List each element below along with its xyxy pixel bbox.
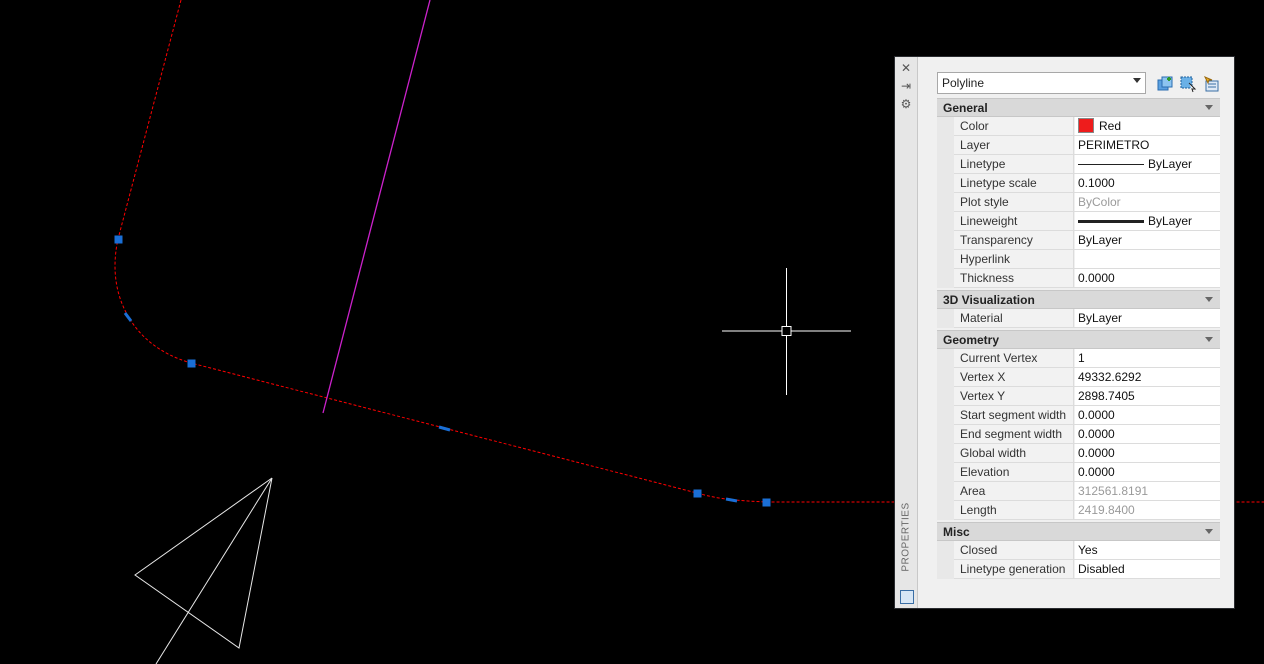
prop-row-thickness[interactable]: Thickness 0.0000: [937, 269, 1220, 288]
prop-row-lineweight[interactable]: Lineweight ByLayer: [937, 212, 1220, 231]
collapse-icon[interactable]: [1205, 529, 1213, 534]
white-triangle[interactable]: [134, 477, 273, 649]
section-misc[interactable]: Misc: [937, 522, 1220, 541]
grip-vertex[interactable]: [114, 235, 123, 244]
lineweight-sample: [1078, 220, 1144, 223]
palette-side-title: PROPERTIES: [900, 502, 912, 572]
prop-row-elevation[interactable]: Elevation 0.0000: [937, 463, 1220, 482]
prop-row-hyperlink[interactable]: Hyperlink: [937, 250, 1220, 269]
prop-row-closed[interactable]: Closed Yes: [937, 541, 1220, 560]
prop-row-vertex-y[interactable]: Vertex Y 2898.7405: [937, 387, 1220, 406]
magenta-line[interactable]: [322, 0, 431, 414]
collapse-icon[interactable]: [1205, 297, 1213, 302]
white-line[interactable]: [155, 477, 273, 664]
prop-row-length: Length 2419.8400: [937, 501, 1220, 520]
prop-row-vertex-x[interactable]: Vertex X 49332.6292: [937, 368, 1220, 387]
close-icon[interactable]: ✕: [899, 61, 913, 75]
section-general[interactable]: General: [937, 98, 1220, 117]
linetype-sample: [1078, 164, 1144, 165]
object-type-value: Polyline: [942, 76, 985, 90]
prop-row-start-segment-width[interactable]: Start segment width 0.0000: [937, 406, 1220, 425]
prop-row-transparency[interactable]: Transparency ByLayer: [937, 231, 1220, 250]
prop-row-linetype[interactable]: Linetype ByLayer: [937, 155, 1220, 174]
settings-icon[interactable]: ⚙: [899, 97, 913, 111]
pickadd-toggle-icon[interactable]: [1202, 75, 1220, 93]
grip-vertex[interactable]: [762, 498, 771, 507]
properties-palette: ✕ ⇥ ⚙ PROPERTIES Polyline General Color …: [894, 56, 1235, 609]
quick-select-icon[interactable]: [1156, 75, 1174, 93]
prop-row-end-segment-width[interactable]: End segment width 0.0000: [937, 425, 1220, 444]
object-type-dropdown[interactable]: Polyline: [937, 72, 1146, 94]
grip-midpoint[interactable]: [438, 425, 451, 432]
color-swatch: [1078, 118, 1094, 133]
prop-row-color[interactable]: Color Red: [937, 117, 1220, 136]
select-objects-icon[interactable]: [1179, 75, 1197, 93]
prop-row-global-width[interactable]: Global width 0.0000: [937, 444, 1220, 463]
chevron-down-icon: [1133, 78, 1141, 83]
prop-row-layer[interactable]: Layer PERIMETRO: [937, 136, 1220, 155]
palette-content: Polyline General Color Red Layer PERIMET…: [918, 57, 1234, 608]
collapse-icon[interactable]: [1205, 105, 1213, 110]
grip-midpoint[interactable]: [123, 312, 133, 322]
prop-row-material[interactable]: Material ByLayer: [937, 309, 1220, 328]
section-geometry[interactable]: Geometry: [937, 330, 1220, 349]
prop-row-linetype-scale[interactable]: Linetype scale 0.1000: [937, 174, 1220, 193]
section-3d-visualization[interactable]: 3D Visualization: [937, 290, 1220, 309]
prop-row-plot-style: Plot style ByColor: [937, 193, 1220, 212]
collapse-icon[interactable]: [1205, 337, 1213, 342]
palette-title-strip[interactable]: ✕ ⇥ ⚙ PROPERTIES: [895, 57, 918, 608]
properties-icon[interactable]: [900, 590, 914, 604]
prop-row-linetype-generation[interactable]: Linetype generation Disabled: [937, 560, 1220, 579]
grip-vertex[interactable]: [693, 489, 702, 498]
prop-row-area: Area 312561.8191: [937, 482, 1220, 501]
grip-midpoint[interactable]: [725, 497, 738, 503]
crosshair-cursor: [722, 268, 851, 395]
prop-row-current-vertex[interactable]: Current Vertex 1: [937, 349, 1220, 368]
auto-hide-icon[interactable]: ⇥: [899, 79, 913, 93]
grip-vertex[interactable]: [187, 359, 196, 368]
